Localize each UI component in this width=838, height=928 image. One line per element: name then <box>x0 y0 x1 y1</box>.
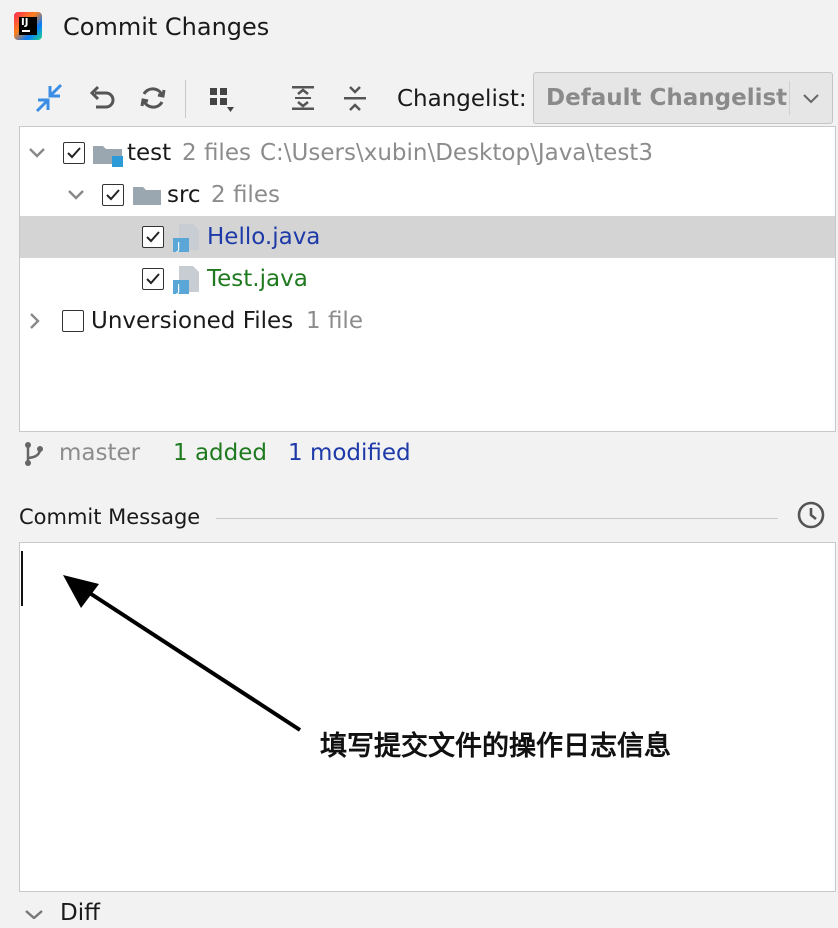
added-count: 1 added <box>173 440 267 466</box>
tree-row-test-java[interactable]: J Test.java <box>20 258 835 300</box>
tree-count-unversioned: 1 file <box>306 308 363 334</box>
tree-label-unversioned: Unversioned Files <box>91 308 294 334</box>
changelist-label: Changelist: <box>397 86 527 112</box>
checkbox-src[interactable] <box>102 184 124 206</box>
tree-label-src: src <box>167 182 201 208</box>
java-file-icon: J <box>171 222 205 258</box>
diff-label: Diff <box>60 900 100 926</box>
group-by-icon[interactable] <box>204 81 238 115</box>
annotation-arrow <box>63 575 302 732</box>
chevron-down-icon[interactable] <box>24 904 44 923</box>
svg-text:J: J <box>176 282 180 295</box>
checkbox-test[interactable] <box>63 142 85 164</box>
chevron-down-icon <box>800 87 822 113</box>
refresh-icon[interactable] <box>136 81 170 115</box>
tree-count-src: 2 files <box>211 182 280 208</box>
toolbar-separator <box>185 80 186 118</box>
chevron-right-icon[interactable] <box>24 310 46 336</box>
annotation-text: 填写提交文件的操作日志信息 <box>320 731 671 762</box>
checkbox-unversioned[interactable] <box>62 310 84 332</box>
checkbox-test-java[interactable] <box>142 268 164 290</box>
intellij-icon: IJ <box>14 12 42 40</box>
tree-row-unversioned[interactable]: Unversioned Files 1 file <box>20 300 835 342</box>
tree-label-test: test <box>127 140 172 166</box>
tree-row-test[interactable]: test 2 files C:\Users\xubin\Desktop\Java… <box>20 132 835 174</box>
tree-label-hello-java: Hello.java <box>207 224 321 250</box>
svg-text:J: J <box>176 240 180 253</box>
module-folder-icon <box>92 142 126 172</box>
clock-icon[interactable] <box>796 500 826 534</box>
tree-label-test-java: Test.java <box>207 266 308 292</box>
changelist-dropdown[interactable]: Default Changelist <box>533 72 833 124</box>
window-title: Commit Changes <box>63 13 270 41</box>
branch-icon <box>22 441 46 471</box>
text-caret <box>21 551 23 606</box>
folder-icon <box>132 184 164 212</box>
dropdown-divider <box>789 81 790 115</box>
expand-all-icon[interactable] <box>286 81 320 115</box>
rollback-icon[interactable] <box>85 81 119 115</box>
chevron-down-icon[interactable] <box>26 142 48 168</box>
modified-count: 1 modified <box>288 440 411 466</box>
java-file-icon: J <box>171 264 205 300</box>
show-diff-icon[interactable] <box>32 81 66 115</box>
changelist-value: Default Changelist <box>546 85 788 111</box>
collapse-all-icon[interactable] <box>338 81 372 115</box>
commit-message-label: Commit Message <box>19 505 201 529</box>
tree-row-hello-java[interactable]: J Hello.java <box>20 216 835 258</box>
chevron-down-icon[interactable] <box>65 184 87 210</box>
changes-tree[interactable]: test 2 files C:\Users\xubin\Desktop\Java… <box>19 126 836 432</box>
tree-path-test: C:\Users\xubin\Desktop\Java\test3 <box>260 140 653 166</box>
branch-name[interactable]: master <box>59 438 140 468</box>
tree-row-src[interactable]: src 2 files <box>20 174 835 216</box>
checkbox-hello-java[interactable] <box>142 226 164 248</box>
commit-message-divider <box>216 518 778 519</box>
tree-count-test: 2 files <box>182 140 251 166</box>
